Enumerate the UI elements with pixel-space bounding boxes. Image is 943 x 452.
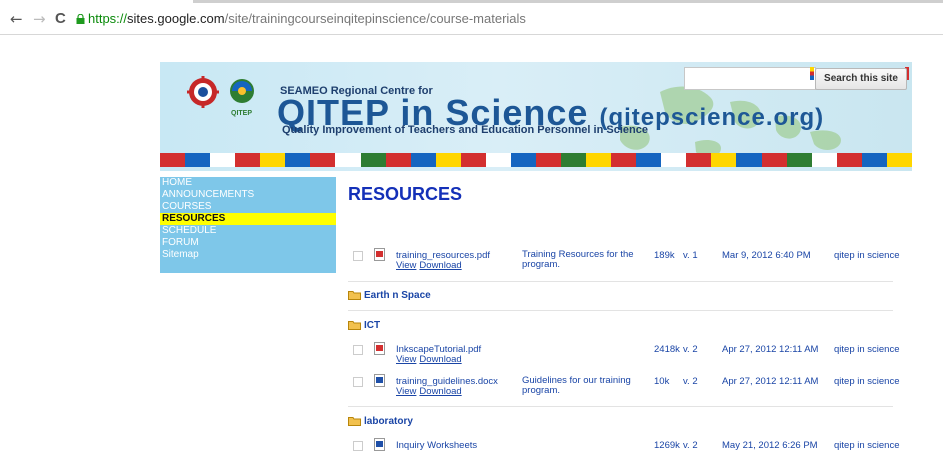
file-size: 10k bbox=[654, 376, 670, 387]
file-size: 1269k bbox=[654, 440, 680, 451]
pdf-file-icon bbox=[374, 342, 385, 355]
word-file-icon bbox=[374, 438, 385, 451]
file-user[interactable]: qitep in science bbox=[834, 250, 899, 261]
file-version[interactable]: v. 1 bbox=[683, 250, 698, 261]
divider bbox=[348, 310, 893, 311]
url-host: sites.google.com bbox=[127, 11, 225, 26]
file-description: Guidelines for our training program. bbox=[522, 375, 631, 396]
logo-caption: QITEP bbox=[231, 110, 253, 117]
download-link[interactable]: Download bbox=[419, 386, 461, 397]
file-version[interactable]: v. 2 bbox=[683, 440, 698, 451]
file-row: InkscapeTutorial.pdf View Download 2418k … bbox=[348, 342, 899, 366]
seameo-logo bbox=[187, 76, 219, 108]
file-date: Apr 27, 2012 12:11 AM bbox=[722, 376, 819, 387]
file-date: Mar 9, 2012 6:40 PM bbox=[722, 250, 811, 261]
file-description: Training Resources for the program. bbox=[522, 249, 634, 270]
folder-icon bbox=[348, 291, 361, 300]
page-title: RESOURCES bbox=[348, 184, 463, 204]
folder-row[interactable]: laboratory bbox=[348, 416, 413, 427]
file-version[interactable]: v. 2 bbox=[683, 376, 698, 387]
folder-icon bbox=[348, 417, 361, 426]
sidebar-item-courses[interactable]: COURSES bbox=[160, 201, 336, 213]
view-link[interactable]: View bbox=[396, 260, 416, 271]
back-icon[interactable]: ← bbox=[10, 11, 23, 27]
file-user[interactable]: qitep in science bbox=[834, 440, 899, 451]
sidebar-item-sitemap[interactable]: Sitemap bbox=[160, 249, 336, 261]
file-row: training_resources.pdf View Download Trai… bbox=[348, 248, 899, 272]
sidebar-item-resources[interactable]: RESOURCES bbox=[160, 213, 336, 225]
file-version[interactable]: v. 2 bbox=[683, 344, 698, 355]
row-checkbox[interactable] bbox=[353, 441, 363, 451]
file-actions: View Download bbox=[396, 260, 465, 271]
folder-label: laboratory bbox=[364, 416, 413, 427]
reload-icon[interactable]: C bbox=[55, 11, 66, 27]
sidebar-item-forum[interactable]: FORUM bbox=[160, 237, 336, 249]
header-tagline: Quality Improvement of Teachers and Educ… bbox=[282, 124, 648, 136]
tab-strip-edge bbox=[193, 0, 943, 3]
site-search-input[interactable] bbox=[684, 67, 816, 90]
file-date: May 21, 2012 6:26 PM bbox=[722, 440, 818, 451]
folder-icon bbox=[348, 321, 361, 330]
row-checkbox[interactable] bbox=[353, 345, 363, 355]
browser-toolbar: ← → C https://sites.google.com/site/trai… bbox=[0, 0, 943, 34]
divider bbox=[348, 406, 893, 407]
view-link[interactable]: View bbox=[396, 386, 416, 397]
file-user[interactable]: qitep in science bbox=[834, 344, 899, 355]
file-size: 189k bbox=[654, 250, 675, 261]
file-actions: View Download bbox=[396, 386, 465, 397]
file-actions: View Download bbox=[396, 354, 465, 365]
sidebar-item-schedule[interactable]: SCHEDULE bbox=[160, 225, 336, 237]
file-row: Inquiry Worksheets 1269k v. 2 May 21, 20… bbox=[348, 438, 899, 452]
pdf-file-icon bbox=[374, 248, 385, 261]
qitep-logo bbox=[230, 79, 254, 103]
file-user[interactable]: qitep in science bbox=[834, 376, 899, 387]
flag-strip bbox=[160, 153, 912, 167]
divider bbox=[348, 281, 893, 282]
forward-icon[interactable]: → bbox=[33, 11, 46, 27]
folder-label: Earth n Space bbox=[364, 290, 431, 301]
file-size: 2418k bbox=[654, 344, 680, 355]
row-checkbox[interactable] bbox=[353, 251, 363, 261]
download-link[interactable]: Download bbox=[419, 260, 461, 271]
folder-row[interactable]: Earth n Space bbox=[348, 290, 431, 301]
download-link[interactable]: Download bbox=[419, 354, 461, 365]
sidebar-item-home[interactable]: HOME bbox=[160, 177, 336, 189]
url-path: /site/trainingcourseinqitepinscience/cou… bbox=[224, 11, 526, 26]
flag-accent bbox=[810, 67, 814, 80]
row-checkbox[interactable] bbox=[353, 377, 363, 387]
word-file-icon bbox=[374, 374, 385, 387]
file-date: Apr 27, 2012 12:11 AM bbox=[722, 344, 819, 355]
view-link[interactable]: View bbox=[396, 354, 416, 365]
sidebar-item-announcements[interactable]: ANNOUNCEMENTS bbox=[160, 189, 336, 201]
lock-icon bbox=[76, 14, 85, 24]
toolbar-divider bbox=[0, 34, 943, 35]
file-name-link[interactable]: Inquiry Worksheets bbox=[396, 440, 477, 451]
url-protocol: https:// bbox=[88, 11, 128, 26]
address-bar[interactable]: https://sites.google.com/site/trainingco… bbox=[76, 10, 936, 28]
folder-label: ICT bbox=[364, 320, 381, 331]
folder-row[interactable]: ICT bbox=[348, 320, 380, 331]
search-site-button[interactable]: Search this site bbox=[815, 68, 907, 90]
sidebar-nav: HOME ANNOUNCEMENTS COURSES RESOURCES SCH… bbox=[160, 177, 336, 273]
file-row: training_guidelines.docx View Download Gu… bbox=[348, 374, 899, 400]
